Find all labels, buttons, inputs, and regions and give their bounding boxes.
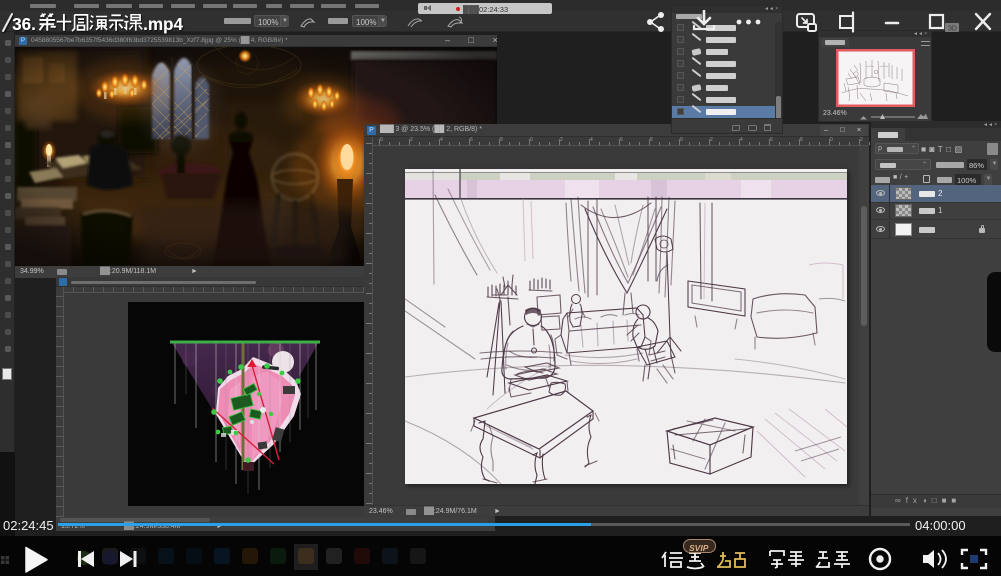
- svg-text:3D: 3D: [948, 26, 957, 33]
- svg-text:.mp4: .mp4: [143, 15, 183, 34]
- svg-text:36.: 36.: [12, 15, 36, 34]
